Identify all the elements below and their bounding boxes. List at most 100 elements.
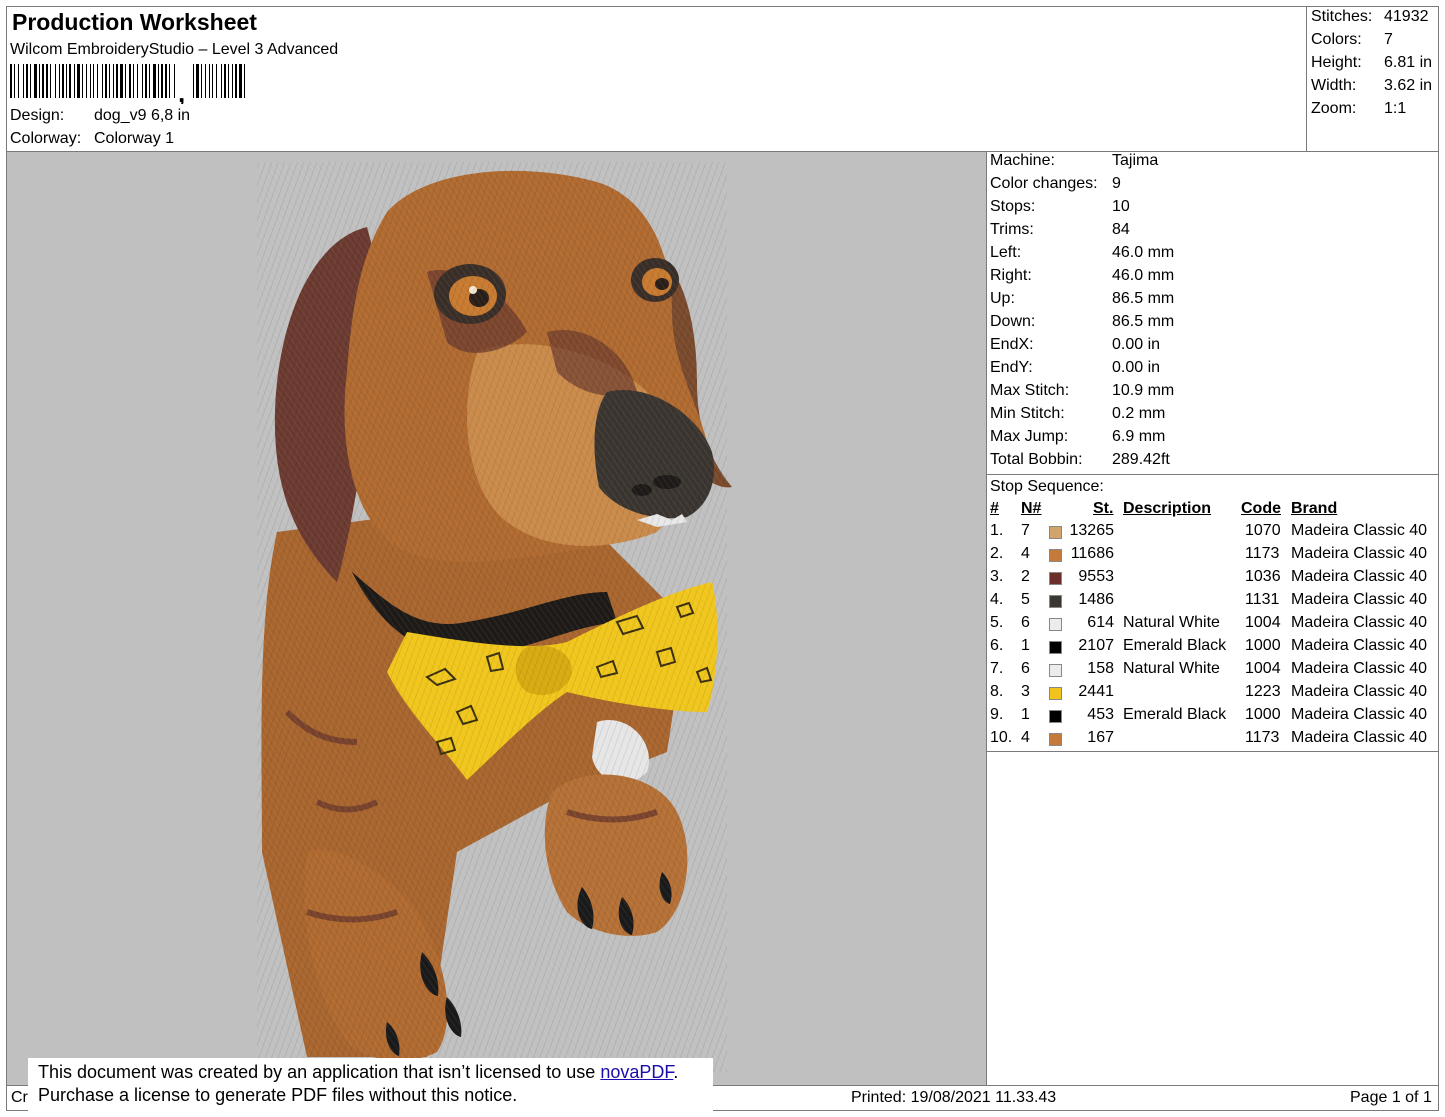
col-header-code: Code bbox=[1241, 500, 1281, 517]
stitch-count: 453 bbox=[1087, 706, 1114, 723]
stat-height-label: Height: bbox=[1311, 54, 1362, 71]
thread-code: 1000 bbox=[1245, 706, 1281, 723]
license-notice: This document was created by an applicat… bbox=[28, 1058, 713, 1112]
stat-width-label: Width: bbox=[1311, 77, 1357, 94]
info-value: 86.5 mm bbox=[1112, 313, 1175, 330]
needle-number: 4 bbox=[1021, 545, 1030, 562]
stitch-count: 2441 bbox=[1078, 683, 1114, 700]
sequence-row: 4. 5 1486 1131 Madeira Classic 40 bbox=[988, 591, 1436, 614]
stitch-count: 614 bbox=[1087, 614, 1114, 631]
info-value: 289.42ft bbox=[1112, 451, 1170, 468]
novapdf-link[interactable]: novaPDF bbox=[600, 1062, 673, 1082]
svg-text:,: , bbox=[178, 78, 185, 104]
thread-brand: Madeira Classic 40 bbox=[1291, 591, 1428, 608]
colorway-value: Colorway 1 bbox=[94, 130, 175, 147]
stitch-count: 158 bbox=[1087, 660, 1114, 677]
info-value: 9 bbox=[1112, 175, 1121, 192]
info-label: Total Bobbin: bbox=[990, 451, 1083, 468]
thread-code: 1070 bbox=[1245, 522, 1281, 539]
info-value: 0.2 mm bbox=[1112, 405, 1166, 422]
info-value: 10 bbox=[1112, 198, 1130, 215]
thread-brand: Madeira Classic 40 bbox=[1291, 660, 1428, 677]
sequence-row: 3. 2 9553 1036 Madeira Classic 40 bbox=[988, 568, 1436, 591]
printed-timestamp: Printed: 19/08/2021 11.33.43 bbox=[851, 1089, 1057, 1106]
design-value: dog_v9 6,8 in bbox=[94, 107, 191, 124]
row-number: 10. bbox=[990, 729, 1013, 746]
stitch-count: 11686 bbox=[1070, 545, 1114, 562]
thread-code: 1004 bbox=[1245, 614, 1281, 631]
stitch-count: 1486 bbox=[1078, 591, 1114, 608]
thread-code: 1036 bbox=[1245, 568, 1281, 585]
colorway-label: Colorway: bbox=[10, 130, 82, 147]
sequence-row: 8. 3 2441 1223 Madeira Classic 40 bbox=[988, 683, 1436, 706]
row-number: 7. bbox=[990, 660, 1004, 677]
color-swatch bbox=[1049, 710, 1062, 723]
needle-number: 1 bbox=[1021, 706, 1030, 723]
stat-width-value: 3.62 in bbox=[1384, 77, 1433, 94]
stat-colors-label: Colors: bbox=[1311, 31, 1362, 48]
info-label: Stops: bbox=[990, 198, 1036, 215]
info-label: Up: bbox=[990, 290, 1015, 307]
color-swatch bbox=[1049, 641, 1062, 654]
needle-number: 3 bbox=[1021, 683, 1030, 700]
stat-zoom-value: 1:1 bbox=[1384, 100, 1407, 117]
notice-period: . bbox=[673, 1062, 679, 1082]
col-header-description: Description bbox=[1123, 500, 1212, 517]
color-swatch bbox=[1049, 526, 1062, 539]
thread-description: Emerald Black bbox=[1123, 706, 1227, 723]
needle-number: 4 bbox=[1021, 729, 1030, 746]
notice-text: This document was created by an applicat… bbox=[38, 1062, 601, 1082]
stitch-count: 167 bbox=[1087, 729, 1114, 746]
sequence-row: 5. 6 614 Natural White 1004 Madeira Classic 4… bbox=[988, 614, 1436, 637]
sequence-row: 6. 1 2107 Emerald Black 1000 Madeira Classic … bbox=[988, 637, 1436, 660]
color-swatch bbox=[1049, 572, 1062, 585]
stat-colors-value: 7 bbox=[1384, 31, 1393, 48]
sequence-row: 1. 7 13265 1070 Madeira Classic 40 bbox=[988, 522, 1436, 545]
col-header-stitches: St. bbox=[1093, 500, 1114, 517]
thread-description: Natural White bbox=[1123, 614, 1220, 631]
stat-stitches-label: Stitches: bbox=[1311, 8, 1373, 25]
thread-brand: Madeira Classic 40 bbox=[1291, 683, 1428, 700]
needle-number: 6 bbox=[1021, 614, 1030, 631]
stat-stitches-value: 41932 bbox=[1384, 8, 1429, 25]
col-header-brand: Brand bbox=[1291, 500, 1338, 517]
stitch-count: 2107 bbox=[1078, 637, 1114, 654]
thread-code: 1173 bbox=[1245, 729, 1280, 746]
info-value: 6.9 mm bbox=[1112, 428, 1166, 445]
thread-brand: Madeira Classic 40 bbox=[1291, 729, 1428, 746]
thread-code: 1004 bbox=[1245, 660, 1281, 677]
thread-brand: Madeira Classic 40 bbox=[1291, 637, 1428, 654]
barcode: , bbox=[10, 64, 245, 104]
sequence-row: 7. 6 158 Natural White 1004 Madeira Classic 4… bbox=[988, 660, 1436, 683]
info-label: Color changes: bbox=[990, 175, 1098, 192]
info-value: 0.00 in bbox=[1112, 336, 1161, 353]
thread-brand: Madeira Classic 40 bbox=[1291, 568, 1428, 585]
info-label: Right: bbox=[990, 267, 1032, 284]
thread-brand: Madeira Classic 40 bbox=[1291, 522, 1428, 539]
info-value: 10.9 mm bbox=[1112, 382, 1175, 399]
thread-description: Natural White bbox=[1123, 660, 1220, 677]
info-value: 84 bbox=[1112, 221, 1130, 238]
stitch-count: 13265 bbox=[1069, 522, 1115, 539]
software-name: Wilcom EmbroideryStudio – Level 3 Advanc… bbox=[10, 41, 339, 58]
info-value: 0.00 in bbox=[1112, 359, 1161, 376]
info-label: Min Stitch: bbox=[990, 405, 1065, 422]
sequence-row: 9. 1 453 Emerald Black 1000 Madeira Classic 4… bbox=[988, 706, 1436, 729]
notice-line-2: Purchase a license to generate PDF files… bbox=[38, 1085, 518, 1105]
info-label: Max Stitch: bbox=[990, 382, 1070, 399]
info-label: EndX: bbox=[990, 336, 1034, 353]
row-number: 2. bbox=[990, 545, 1004, 562]
needle-number: 1 bbox=[1021, 637, 1030, 654]
notice-line-1: This document was created by an applicat… bbox=[38, 1061, 713, 1084]
thread-code: 1173 bbox=[1245, 545, 1280, 562]
thread-brand: Madeira Classic 40 bbox=[1291, 545, 1428, 562]
info-value: 86.5 mm bbox=[1112, 290, 1175, 307]
row-number: 9. bbox=[990, 706, 1004, 723]
stop-sequence-title: Stop Sequence: bbox=[990, 478, 1104, 495]
color-swatch bbox=[1049, 687, 1062, 700]
info-label: Trims: bbox=[990, 221, 1034, 238]
info-label: Machine: bbox=[990, 152, 1055, 169]
info-label: EndY: bbox=[990, 359, 1033, 376]
needle-number: 6 bbox=[1021, 660, 1030, 677]
info-value: 46.0 mm bbox=[1112, 244, 1175, 261]
